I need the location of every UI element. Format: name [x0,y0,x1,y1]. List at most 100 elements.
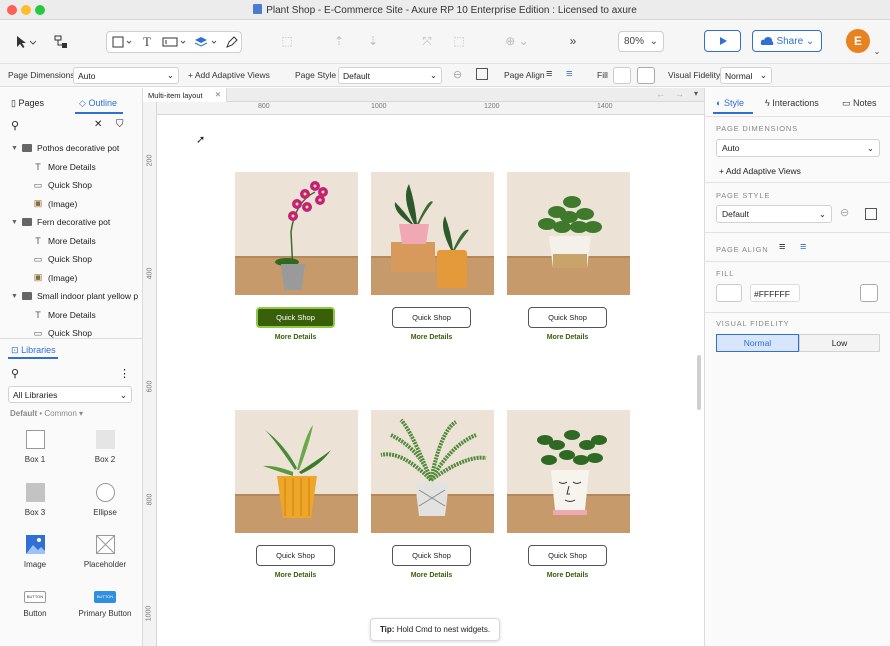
collapse-all-icon[interactable]: ✕ [94,119,102,130]
avatar[interactable]: E [846,29,870,53]
back-arrow-icon[interactable]: ← [656,89,665,99]
product-image[interactable] [371,172,494,295]
quick-shop-button[interactable]: Quick Shop [392,307,471,328]
sync-style-icon[interactable]: ⊖ [453,68,462,81]
chevron-down-icon[interactable]: ⌄ [872,46,882,56]
fill-image-icon[interactable] [637,67,655,84]
widget-box-2[interactable]: Box 2 [75,430,135,464]
align-icon[interactable]: ⤧ [418,32,436,50]
product-image[interactable] [371,410,494,533]
expand-arrow-icon[interactable]: ▼ [11,293,19,300]
close-tab-icon[interactable]: ✕ [215,90,221,99]
search-icon[interactable]: ⚲ [11,367,19,380]
pen-tool-button[interactable] [223,34,241,50]
more-details-link[interactable]: More Details [392,334,471,341]
tab-outline[interactable]: ◇ Outline [79,98,117,109]
more-details-link[interactable]: More Details [256,572,335,579]
outline-item[interactable]: ▣ (Image) [0,195,143,213]
quick-shop-button[interactable]: Quick Shop [256,545,335,566]
page-style-select[interactable]: Default ⌄ [716,205,832,223]
more-options-icon[interactable]: ⋮ [119,367,130,380]
forward-arrow-icon[interactable]: → [675,89,684,99]
fill-color-swatch[interactable] [613,67,631,84]
widget-placeholder[interactable]: Placeholder [75,534,135,569]
select-tool-button[interactable] [10,32,40,52]
quick-shop-button[interactable]: Quick Shop [256,307,335,328]
outline-group[interactable]: ▼ Fern decorative pot [0,213,143,231]
fill-image-icon[interactable] [860,284,878,302]
add-adaptive-views-link[interactable]: + Add Adaptive Views [719,166,801,176]
outline-item[interactable]: ▣ (Image) [0,269,143,287]
widget-image[interactable]: Image [5,535,65,569]
align-center-icon[interactable]: ≡ [800,241,806,253]
more-details-link[interactable]: More Details [256,334,335,341]
outline-item[interactable]: ▭ Quick Shop [0,250,143,268]
expand-arrow-icon[interactable]: ▼ [11,145,19,152]
expand-arrow-icon[interactable]: ▼ [11,219,19,226]
outline-item[interactable]: ▭ Quick Shop [0,176,143,194]
bring-front-icon[interactable]: ⇡ [330,32,348,50]
send-back-icon[interactable]: ⇣ [364,32,382,50]
align-left-icon[interactable]: ≡ [546,68,552,80]
layers-tool-button[interactable] [193,34,221,50]
widget-box-1[interactable]: Box 1 [5,430,65,464]
fidelity-low-option[interactable]: Low [799,334,880,352]
more-tools-icon[interactable]: » [565,32,581,50]
distribute-icon[interactable]: ⬚ [450,32,468,50]
rectangle-tool-button[interactable] [109,34,137,50]
tab-style[interactable]: ◐ Style [716,98,744,108]
page-dimensions-select[interactable]: Auto ⌄ [716,139,880,157]
sync-style-icon[interactable]: ⊖ [840,206,849,219]
more-details-link[interactable]: More Details [392,572,471,579]
product-image[interactable] [235,410,358,533]
more-details-link[interactable]: More Details [528,334,607,341]
search-icon[interactable]: ⚲ [11,119,19,132]
fill-color-swatch[interactable] [716,284,742,302]
outline-group[interactable]: ▼ Pothos decorative pot [0,139,143,157]
align-left-icon[interactable]: ≡ [779,241,785,253]
tab-multi-item-layout[interactable]: Multi-item layout ✕ [143,88,227,102]
edit-style-icon[interactable] [865,208,877,220]
outline-item[interactable]: T More Details [0,306,143,324]
share-button[interactable]: Share ⌄ [752,30,822,52]
product-image[interactable] [507,410,630,533]
preview-button[interactable] [704,30,741,52]
more-details-link[interactable]: More Details [528,572,607,579]
quick-shop-button[interactable]: Quick Shop [528,545,607,566]
outline-item[interactable]: T More Details [0,232,143,250]
edit-style-icon[interactable] [476,68,488,80]
library-select[interactable]: All Libraries ⌄ [8,386,132,403]
widget-primary-button[interactable]: BUTTON Primary Button [75,591,135,618]
outline-group[interactable]: ▼ Small indoor plant yellow p [0,287,143,305]
tab-interactions[interactable]: ϟ Interactions [765,98,819,108]
fill-hex-input[interactable]: #FFFFFF [750,284,800,302]
product-image[interactable] [235,172,358,295]
tab-pages[interactable]: ▯ Pages [11,98,44,109]
filter-icon[interactable]: ⛉ [116,119,124,130]
tab-libraries[interactable]: ⊡ Libraries [11,345,56,356]
widget-tool-button[interactable] [161,34,189,50]
align-center-icon[interactable]: ≡ [566,68,572,80]
tab-menu-icon[interactable]: ▾ [694,89,698,98]
tab-notes[interactable]: ▭ Notes [842,98,877,109]
product-image[interactable] [507,172,630,295]
widget-box-3[interactable]: Box 3 [5,483,65,517]
page-style-select[interactable]: Default ⌄ [338,67,442,84]
text-tool-button[interactable]: T [139,34,155,50]
fidelity-normal-option[interactable]: Normal [716,334,799,352]
connector-tool-button[interactable] [50,32,72,52]
design-canvas[interactable]: ➚ Quick Shop More Details Quick Shop More D… [157,115,704,646]
page-dimensions-select[interactable]: Auto ⌄ [73,67,179,84]
vertical-scrollbar[interactable] [697,355,701,410]
add-adaptive-views-link[interactable]: + Add Adaptive Views [188,70,270,80]
library-group-header[interactable]: Default • Common ▾ [10,409,83,418]
group-icon[interactable]: ⬚ [278,32,296,50]
widget-ellipse[interactable]: Ellipse [75,483,135,517]
outline-item[interactable]: T More Details [0,158,143,176]
widget-button[interactable]: BUTTON Button [5,591,65,618]
quick-shop-button[interactable]: Quick Shop [528,307,607,328]
quick-shop-button[interactable]: Quick Shop [392,545,471,566]
rotate-icon[interactable]: ⊕ ⌄ [504,32,530,50]
outline-item[interactable]: ▭ Quick Shop [0,324,143,342]
visual-fidelity-select[interactable]: Normal ⌄ [720,67,772,84]
